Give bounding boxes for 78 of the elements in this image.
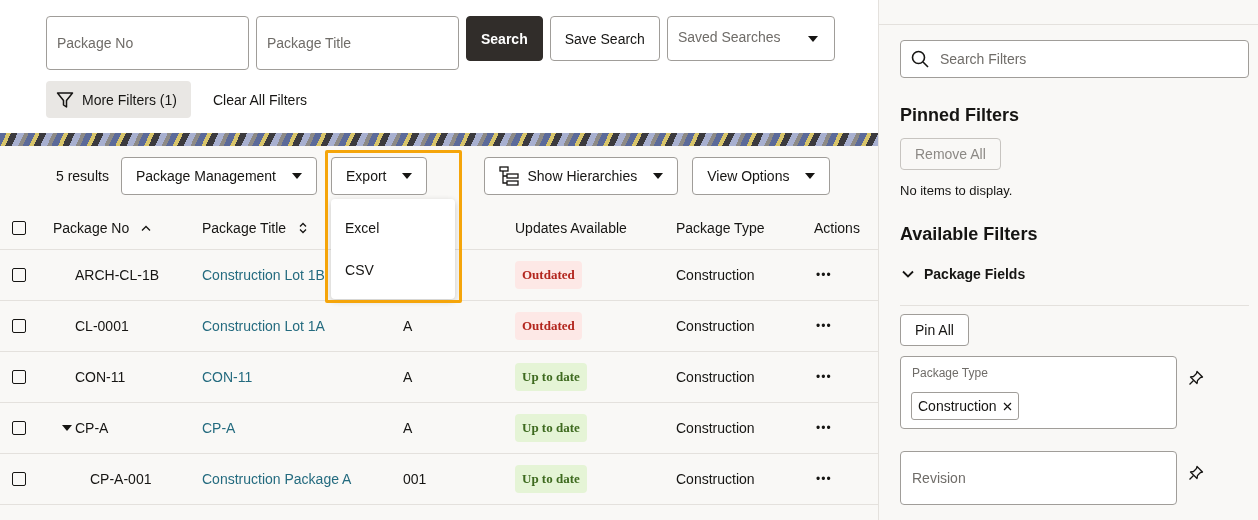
checkbox[interactable] [12,220,26,235]
field-label: Revision [912,470,966,486]
section-heading: Pinned Filters [900,105,1021,126]
menu-item[interactable]: CSV [331,249,455,291]
status-badge: Up to date [515,465,587,493]
filter-chip[interactable]: Construction [911,392,1019,420]
show-hierarchies-button[interactable]: Show Hierarchies [484,157,679,195]
section-heading: Available Filters [900,224,1039,245]
caret-icon [653,173,664,179]
column-header[interactable]: Package No [53,219,130,236]
package-type-cell: Construction [676,318,755,334]
column-header[interactable]: Package Title [202,219,287,236]
empty-message: No items to display. [900,183,1014,198]
package-number: CP-A [75,420,109,436]
caret-icon [807,35,818,42]
menu-button[interactable]: Package Management [120,157,317,195]
revision-cell: 001 [403,471,427,487]
package-fields-toggle[interactable]: Package Fields [902,259,1249,289]
package-type-cell: Construction [676,369,755,385]
package-number: ARCH-CL-1B [75,267,159,283]
package-title-link[interactable]: Construction Lot 1B [202,267,325,283]
revision-cell: A [403,420,413,436]
sort-ascending-icon [141,224,152,231]
caret-icon [292,173,302,179]
status-badge: Up to date [515,363,587,391]
status-badge: Outdated [515,312,582,340]
hierarchy-icon [499,166,520,186]
save-search-button[interactable]: Save Search [549,16,660,61]
chip-label: Construction [918,398,997,414]
checkbox[interactable] [12,370,26,384]
more-actions-button[interactable]: ••• [814,266,834,284]
checkbox[interactable] [12,268,26,282]
pin-all-button[interactable]: Pin All [900,314,969,346]
package-no-field[interactable]: Package No [46,16,249,70]
package-number: CON-11 [75,369,126,385]
export-button[interactable]: Export [331,157,428,195]
column-header[interactable]: Updates Available [515,219,627,236]
package-type-cell: Construction [676,471,755,487]
filter-field[interactable]: Revision [900,451,1177,505]
close-icon [1002,401,1012,411]
status-badge: Up to date [515,414,587,442]
more-actions-button[interactable]: ••• [814,470,834,488]
package-title-link[interactable]: Construction Package A [202,471,352,487]
more-actions-button[interactable]: ••• [814,368,834,386]
column-header[interactable]: Package Type [676,219,765,236]
revision-cell: A [403,318,413,334]
package-number: CL-0001 [75,318,129,334]
clear-all-filters-button[interactable]: Clear All Filters [198,77,322,122]
filter-icon [56,90,74,109]
results-count: 5 results [56,168,109,184]
status-badge: Outdated [515,261,582,289]
package-type-cell: Construction [676,267,755,283]
more-actions-button[interactable]: ••• [814,419,834,437]
more-actions-button[interactable]: ••• [814,317,834,335]
package-number: CP-A-001 [90,471,152,487]
revision-cell: A [403,369,413,385]
saved-searches-dropdown[interactable]: Saved Searches [666,16,835,61]
package-title-link[interactable]: CON-11 [202,369,253,385]
checkbox[interactable] [12,319,26,333]
search-button[interactable]: Search [466,16,543,61]
column-header[interactable]: Actions [814,219,860,236]
field-label: Package Type [912,366,989,380]
checkbox[interactable] [12,421,26,435]
caret-icon [402,173,413,179]
menu-button[interactable]: View Options [692,157,831,195]
package-title-link[interactable]: Construction Lot 1A [202,318,325,334]
pin-icon[interactable] [1188,465,1204,481]
package-title-field[interactable]: Package Title [256,16,459,70]
caret-icon [805,173,816,179]
sort-icon [298,221,309,234]
package-title-link[interactable]: CP-A [202,420,236,436]
search-filters-field[interactable]: Search Filters [900,40,1249,78]
more-filters-button[interactable]: More Filters (1) [46,81,191,118]
checkbox[interactable] [12,472,26,486]
pin-icon[interactable] [1188,370,1204,386]
package-type-cell: Construction [676,420,755,436]
menu-item[interactable]: Excel [331,207,455,249]
filter-field[interactable]: Package Type Construction [900,356,1177,429]
